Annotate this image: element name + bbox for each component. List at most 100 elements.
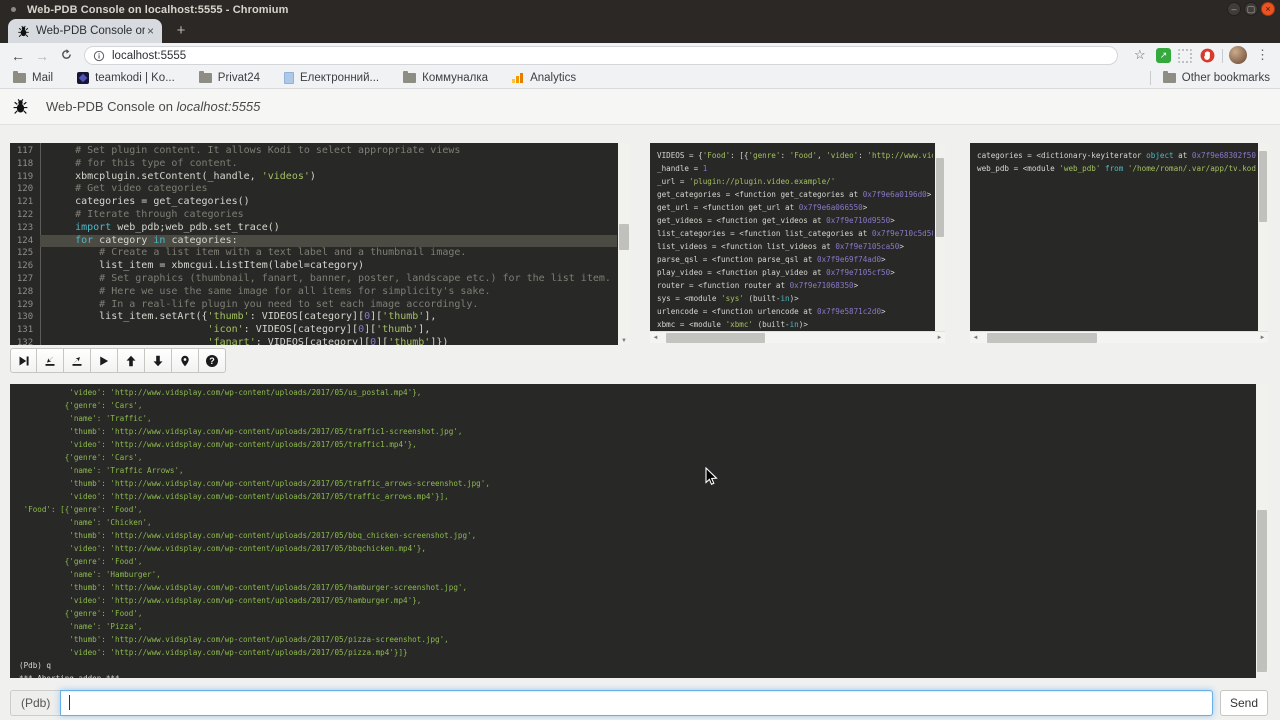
continue-button[interactable] [91, 348, 118, 373]
folder-icon [403, 73, 416, 83]
reload-icon[interactable] [54, 48, 78, 64]
globals-list: VIDEOS = {'Food': [{'genre': 'Food', 'vi… [657, 149, 933, 331]
window-close-button[interactable]: × [1261, 2, 1275, 16]
scroll-down-icon[interactable]: ▼ [618, 338, 630, 344]
send-button[interactable]: Send [1220, 690, 1268, 716]
page-info-icon[interactable] [93, 50, 105, 62]
console-line: 'video': 'http://www.vidsplay.com/wp-con… [19, 594, 1254, 607]
bug-icon [12, 98, 29, 115]
console-line: 'video': 'http://www.vidsplay.com/wp-con… [19, 438, 1254, 451]
extension-adblock-icon[interactable] [1200, 48, 1215, 63]
scrollbar-thumb[interactable] [1257, 510, 1267, 672]
step-into-button[interactable] [37, 348, 64, 373]
scroll-right-icon[interactable]: ► [1257, 335, 1268, 341]
scrollbar-thumb[interactable] [936, 158, 944, 237]
locals-panel: Locals categories = <dictionary-keyitera… [970, 143, 1268, 331]
scrollbar-thumb[interactable] [1259, 151, 1267, 222]
command-row: (Pdb) Send [10, 690, 1268, 716]
play-icon [98, 355, 110, 367]
bookmark-teamkodi[interactable]: teamkodi | Ko... [77, 72, 175, 84]
browser-menu-icon[interactable]: ⋮ [1256, 47, 1269, 63]
bookmarks-divider [1150, 71, 1151, 85]
console-line: 'thumb': 'http://www.vidsplay.com/wp-con… [19, 633, 1254, 646]
globals-horizontal-scrollbar[interactable]: ◄ ► [650, 331, 945, 343]
pdb-command-input[interactable] [60, 690, 1213, 716]
pdb-console-panel: PDB Console 'video': 'http://www.vidspla… [10, 384, 1268, 678]
console-line: 'name': 'Pizza', [19, 620, 1254, 633]
step-out-button[interactable] [64, 348, 91, 373]
address-bar[interactable]: localhost:5555 [84, 46, 1118, 65]
console-output: 'video': 'http://www.vidsplay.com/wp-con… [19, 386, 1254, 678]
scroll-right-icon[interactable]: ► [934, 335, 945, 341]
bookmark-privat24[interactable]: Privat24 [199, 72, 260, 84]
console-line: 'name': 'Traffic Arrows', [19, 464, 1254, 477]
global-variable-line: router = <function router at 0x7f9e71068… [657, 279, 933, 292]
new-tab-button[interactable]: + [170, 22, 192, 40]
code-line-128: 128 # Here we use the same image for all… [10, 286, 617, 299]
toolbar-divider [1222, 49, 1223, 63]
global-variable-line: _url = 'plugin://plugin.video.example/' [657, 175, 933, 188]
other-bookmarks-button[interactable]: Other bookmarks [1163, 72, 1270, 84]
console-vertical-scrollbar[interactable] [1256, 384, 1268, 678]
local-variable-line: categories = <dictionary-keyiterator obj… [977, 149, 1256, 162]
console-line: 'video': 'http://www.vidsplay.com/wp-con… [19, 386, 1254, 399]
bookmark-star-icon[interactable]: ☆ [1134, 47, 1146, 63]
console-line: 'Food': [{'genre': 'Food', [19, 503, 1254, 516]
next-button[interactable] [10, 348, 37, 373]
bookmark-analytics[interactable]: Analytics [512, 72, 576, 84]
bookmark-electronic[interactable]: Електронний... [284, 72, 379, 84]
scroll-left-icon[interactable]: ◄ [650, 335, 661, 341]
global-variable-line: list_videos = <function list_videos at 0… [657, 240, 933, 253]
console-line: (Pdb) q [19, 659, 1254, 672]
window-maximize-button[interactable]: ▢ [1244, 2, 1258, 16]
code-line-122: 122 # Iterate through categories [10, 209, 617, 222]
forward-icon[interactable]: → [30, 48, 54, 64]
scrollbar-thumb[interactable] [666, 333, 764, 343]
where-button[interactable] [172, 348, 199, 373]
code-listing: 117 # Set plugin content. It allows Kodi… [10, 145, 617, 345]
pdb-prompt-label: (Pdb) [10, 690, 60, 716]
code-vertical-scrollbar[interactable]: ▼ [618, 143, 630, 345]
window-minimize-button[interactable]: – [1227, 2, 1241, 16]
current-file-panel: Current file: main.py(124) 117 # Set plu… [10, 143, 630, 345]
global-variable-line: xbmc = <module 'xbmc' (built-in)> [657, 318, 933, 331]
up-button[interactable] [118, 348, 145, 373]
arrow-up-icon [125, 355, 137, 367]
globals-vertical-scrollbar[interactable] [935, 143, 945, 331]
window-menu-icon [11, 7, 16, 12]
debugger-toolbar: ? [10, 348, 226, 373]
locals-list: categories = <dictionary-keyiterator obj… [977, 149, 1256, 175]
page-header: Web-PDB Console on localhost:5555 [0, 89, 1280, 125]
code-line-120: 120 # Get video categories [10, 183, 617, 196]
folder-icon [1163, 73, 1176, 83]
extension-disabled-icon[interactable] [1178, 49, 1192, 63]
locals-horizontal-scrollbar[interactable]: ◄ ► [970, 331, 1268, 343]
console-line: 'thumb': 'http://www.vidsplay.com/wp-con… [19, 477, 1254, 490]
scrollbar-thumb[interactable] [619, 224, 629, 250]
locals-vertical-scrollbar[interactable] [1258, 143, 1268, 331]
tab-title: Web-PDB Console on loca [36, 25, 145, 37]
console-line: 'video': 'http://www.vidsplay.com/wp-con… [19, 646, 1254, 659]
bookmark-mail[interactable]: Mail [13, 72, 53, 84]
step-out-icon [71, 355, 83, 367]
back-icon[interactable]: ← [6, 48, 30, 64]
global-variable-line: get_categories = <function get_categorie… [657, 188, 933, 201]
profile-avatar[interactable] [1229, 46, 1247, 64]
scroll-left-icon[interactable]: ◄ [970, 335, 981, 341]
code-line-117: 117 # Set plugin content. It allows Kodi… [10, 145, 617, 158]
scrollbar-thumb[interactable] [987, 333, 1097, 343]
globals-panel: Globals VIDEOS = {'Food': [{'genre': 'Fo… [650, 143, 945, 331]
bookmark-communal[interactable]: Коммуналка [403, 72, 488, 84]
console-line: {'genre': 'Food', [19, 607, 1254, 620]
extension-green-icon[interactable]: ↗ [1156, 48, 1171, 63]
global-variable-line: play_video = <function play_video at 0x7… [657, 266, 933, 279]
help-button[interactable]: ? [199, 348, 226, 373]
down-button[interactable] [145, 348, 172, 373]
browser-tab[interactable]: Web-PDB Console on loca × [8, 19, 162, 43]
tab-close-icon[interactable]: × [145, 25, 156, 37]
console-line: {'genre': 'Food', [19, 555, 1254, 568]
web-pdb-page: Web-PDB Console on localhost:5555 Curren… [0, 89, 1280, 720]
console-line: *** Aborting addon *** [19, 672, 1254, 678]
code-line-130: 130 list_item.setArt({'thumb': VIDEOS[ca… [10, 311, 617, 324]
browser-toolbar: ← → localhost:5555 ☆ ↗ ⋮ [0, 43, 1280, 68]
